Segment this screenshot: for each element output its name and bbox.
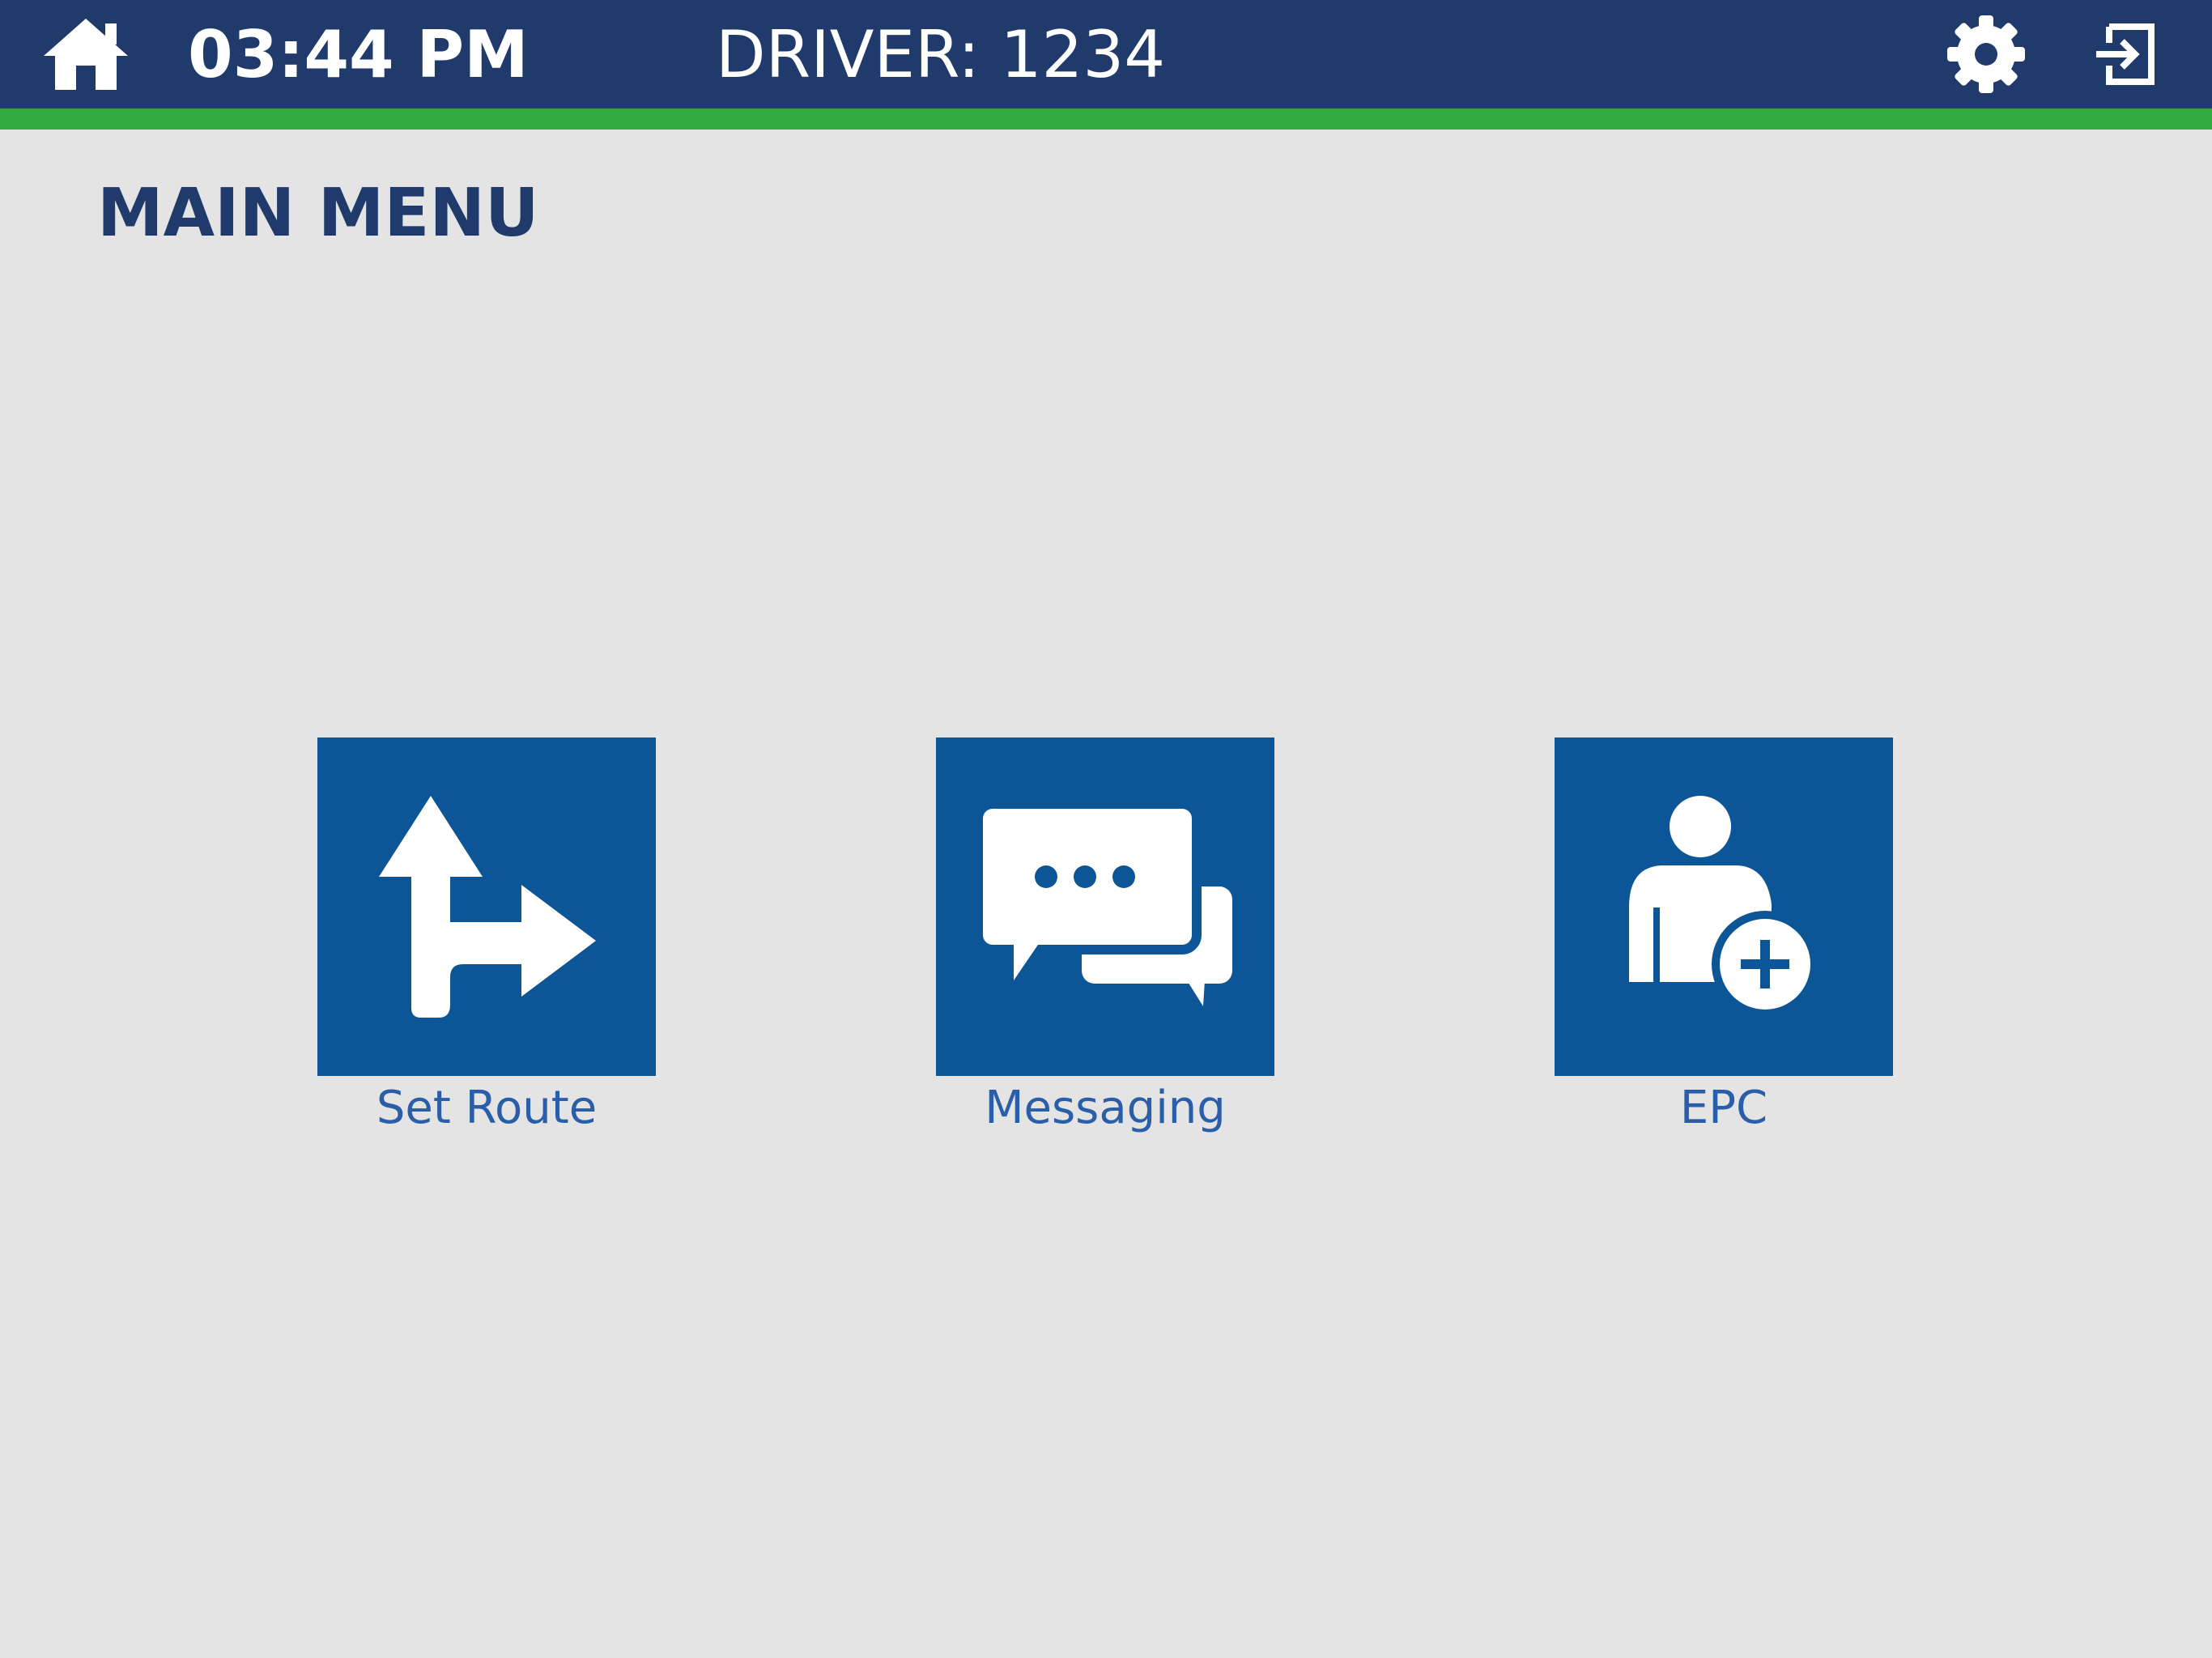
logout-button[interactable] bbox=[2082, 10, 2168, 99]
logout-icon bbox=[2096, 23, 2155, 85]
settings-button[interactable] bbox=[1942, 10, 2031, 99]
chat-bubbles-icon bbox=[973, 799, 1232, 1006]
home-icon bbox=[44, 19, 128, 90]
set-route-label[interactable]: Set Route bbox=[260, 1082, 713, 1135]
messaging-label[interactable]: Messaging bbox=[878, 1082, 1332, 1135]
add-person-icon bbox=[1629, 796, 1819, 1018]
route-arrow-icon bbox=[379, 796, 596, 1018]
clock-time: 03:44 PM bbox=[188, 17, 529, 92]
messaging-tile[interactable] bbox=[936, 738, 1274, 1076]
driver-id: DRIVER: 1234 bbox=[716, 17, 1166, 92]
set-route-tile[interactable] bbox=[317, 738, 656, 1076]
gear-icon bbox=[1947, 15, 2025, 93]
epc-tile[interactable] bbox=[1555, 738, 1893, 1076]
home-button[interactable] bbox=[37, 10, 134, 99]
epc-label[interactable]: EPC bbox=[1497, 1082, 1950, 1135]
page-title: MAIN MENU bbox=[97, 175, 539, 252]
top-bar-accent-stripe bbox=[0, 108, 2212, 130]
